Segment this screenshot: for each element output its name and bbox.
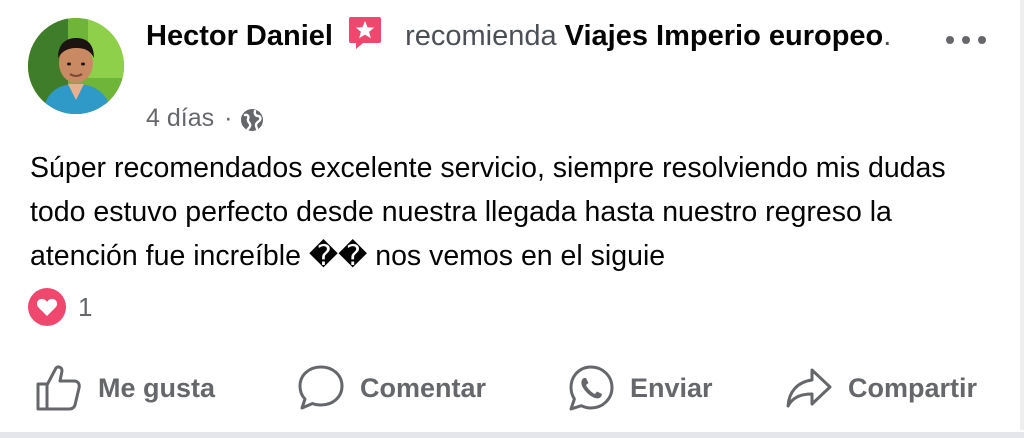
send-label: Enviar <box>630 372 713 403</box>
share-label: Compartir <box>848 372 978 403</box>
post-time[interactable]: 4 días <box>146 100 214 136</box>
avatar-photo <box>28 18 124 114</box>
comment-label: Comentar <box>360 372 487 403</box>
action-bar: Me gusta Comentar Enviar Compartir <box>0 360 1024 416</box>
scrollbar-track <box>1020 0 1024 430</box>
whatsapp-icon <box>569 365 614 411</box>
comment-bubble-icon <box>298 365 344 410</box>
recommend-verb: recomienda <box>405 20 557 52</box>
post-header: Hector Daniel recomienda Viajes Imperio … <box>146 14 936 58</box>
divider <box>0 432 1024 438</box>
thumbs-up-icon <box>36 365 81 411</box>
meta-separator: · <box>224 104 233 132</box>
header-period: . <box>883 20 892 52</box>
more-dot <box>962 36 970 44</box>
globe-icon[interactable] <box>240 106 264 131</box>
share-arrow-icon <box>786 368 832 408</box>
avatar[interactable] <box>28 18 124 114</box>
star-badge-icon <box>347 14 383 50</box>
page-name[interactable]: Viajes Imperio europeo <box>565 20 884 52</box>
post-card: Hector Daniel recomienda Viajes Imperio … <box>0 0 1024 438</box>
like-button[interactable]: Me gusta <box>34 360 215 416</box>
like-label: Me gusta <box>98 372 216 403</box>
more-dot <box>978 36 986 44</box>
post-body: Súper recomendados excelente servicio, s… <box>30 152 946 272</box>
reaction-count: 1 <box>78 291 93 322</box>
reactions-summary[interactable]: 1 <box>28 288 92 326</box>
post-meta: 4 días · <box>146 100 264 136</box>
heart-icon <box>28 288 66 326</box>
comment-button[interactable]: Comentar <box>296 360 486 416</box>
author-name[interactable]: Hector Daniel <box>146 20 333 52</box>
more-options-icon[interactable] <box>946 28 986 52</box>
send-button[interactable]: Enviar <box>566 360 713 416</box>
more-dot <box>946 36 954 44</box>
share-button[interactable]: Compartir <box>784 360 977 416</box>
